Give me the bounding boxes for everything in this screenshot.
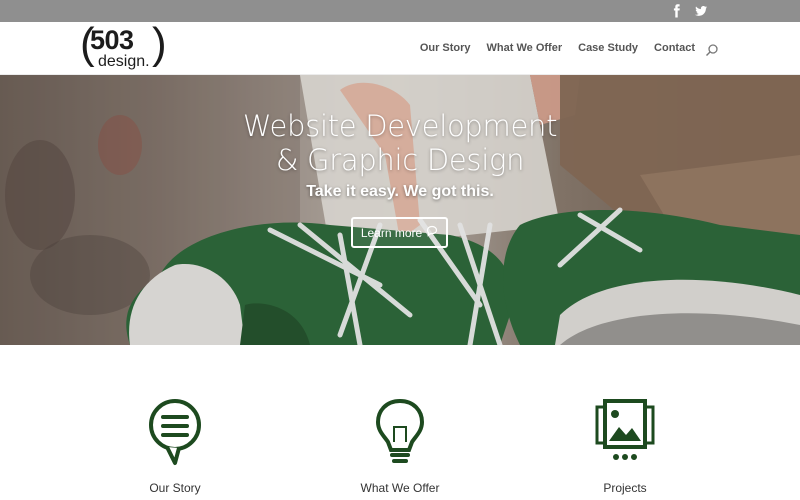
twitter-icon[interactable] xyxy=(694,4,708,18)
main-nav: Our Story What We Offer Case Study Conta… xyxy=(420,42,695,54)
nav-item-case-study[interactable]: Case Study xyxy=(578,42,638,54)
feature-our-story[interactable]: Our Story xyxy=(100,395,250,495)
feature-label: Projects xyxy=(603,481,647,495)
learn-more-label: Learn more xyxy=(360,225,423,240)
hero-banner: Website Development & Graphic Design Tak… xyxy=(0,75,800,345)
logo-paren-right: ) xyxy=(152,19,167,68)
feature-label: Our Story xyxy=(149,481,201,495)
site-logo[interactable]: ( 503 design. ) xyxy=(80,22,167,72)
hero-title: Website Development & Graphic Design xyxy=(0,109,800,177)
hero-title-line1: Website Development xyxy=(242,109,558,143)
hero-subtitle: Take it easy. We got this. xyxy=(306,183,494,200)
chat-bubble-icon xyxy=(426,225,438,240)
feature-projects[interactable]: Projects xyxy=(550,395,700,495)
lightbulb-icon xyxy=(370,395,430,467)
feature-what-we-offer[interactable]: What We Offer xyxy=(325,395,475,495)
nav-item-what-we-offer[interactable]: What We Offer xyxy=(487,42,563,54)
top-bar xyxy=(0,0,800,22)
logo-number: 503 xyxy=(90,25,134,55)
hero-title-line2: & Graphic Design xyxy=(275,143,525,177)
site-header: ( 503 design. ) Our Story What We Offer … xyxy=(0,22,800,75)
nav-item-our-story[interactable]: Our Story xyxy=(420,42,471,54)
features-section: Our Story What We Offer Projects xyxy=(0,345,800,500)
social-links xyxy=(670,4,708,18)
search-icon[interactable] xyxy=(705,43,719,57)
nav-item-contact[interactable]: Contact xyxy=(654,42,695,54)
feature-label: What We Offer xyxy=(360,481,440,495)
facebook-icon[interactable] xyxy=(670,4,684,18)
speech-bubble-lines-icon xyxy=(145,395,205,467)
learn-more-button[interactable]: Learn more xyxy=(351,217,448,248)
logo-word: design. xyxy=(98,53,150,70)
gallery-icon xyxy=(595,395,655,467)
